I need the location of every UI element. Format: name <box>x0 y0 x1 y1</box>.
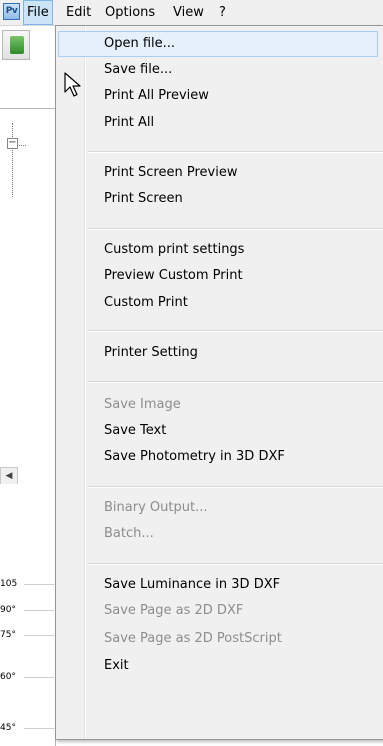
mouse-cursor-icon <box>64 72 81 97</box>
menu-options[interactable]: Options <box>105 0 155 25</box>
menu-item-exit[interactable]: Exit <box>58 653 378 679</box>
y-axis-label: 105 <box>0 579 18 589</box>
menu-item-print-screen-preview[interactable]: Print Screen Preview <box>58 160 378 186</box>
grid-line <box>24 677 54 678</box>
y-axis-label: 75° <box>0 630 16 640</box>
menu-item-custom-print-settings[interactable]: Custom print settings <box>58 237 378 263</box>
file-menu-dropdown: Open file... Save file... Print All Prev… <box>55 25 383 740</box>
tree-view-icon <box>10 36 24 54</box>
tree-panel: − <box>0 108 56 488</box>
menu-bar: Pv File Edit Options View ? <box>0 0 383 26</box>
menu-item-print-all-preview[interactable]: Print All Preview <box>58 83 378 109</box>
menu-item-batch: Batch... <box>104 526 154 541</box>
scroll-left-icon[interactable]: ◀ <box>0 467 18 485</box>
tree-connector <box>12 123 13 197</box>
menu-item-save-image: Save Image <box>104 397 181 412</box>
y-axis-label: 90° <box>0 605 16 615</box>
menu-edit[interactable]: Edit <box>66 0 91 25</box>
menu-separator <box>88 381 383 383</box>
menu-item-preview-custom-print[interactable]: Preview Custom Print <box>58 263 378 289</box>
menu-item-print-screen[interactable]: Print Screen <box>58 186 378 212</box>
menu-item-save-text[interactable]: Save Text <box>58 418 378 444</box>
app-background: − ◀ 105 90° 75° 60° 45° <box>0 26 56 746</box>
app-icon: Pv <box>3 3 20 20</box>
menu-separator <box>88 228 383 230</box>
menu-file[interactable]: File <box>23 0 53 25</box>
menu-item-open-file[interactable]: Open file... <box>58 31 378 57</box>
menu-help[interactable]: ? <box>219 0 226 25</box>
menu-item-save-file[interactable]: Save file... <box>58 57 378 83</box>
menu-item-save-luminance-3d-dxf[interactable]: Save Luminance in 3D DXF <box>58 572 378 598</box>
menu-item-save-page-2d-dxf: Save Page as 2D DXF <box>104 603 244 618</box>
menu-separator <box>88 486 383 488</box>
menu-separator <box>88 563 383 565</box>
menu-item-printer-setting[interactable]: Printer Setting <box>58 340 378 366</box>
y-axis-label: 60° <box>0 672 16 682</box>
menu-item-print-all[interactable]: Print All <box>58 110 378 136</box>
menu-view[interactable]: View <box>173 0 204 25</box>
menu-item-save-page-2d-postscript: Save Page as 2D PostScript <box>104 631 282 646</box>
y-axis-label: 45° <box>0 723 16 733</box>
grid-line <box>24 635 54 636</box>
grid-line <box>24 610 54 611</box>
chart-panel: 105 90° 75° 60° 45° <box>0 484 56 746</box>
toolbar-button[interactable] <box>2 30 30 60</box>
menu-separator <box>88 330 383 332</box>
menu-item-custom-print[interactable]: Custom Print <box>58 290 378 316</box>
menu-item-binary-output: Binary Output... <box>104 500 208 515</box>
menu-separator <box>88 151 383 153</box>
menu-item-save-photometry-3d-dxf[interactable]: Save Photometry in 3D DXF <box>58 444 378 470</box>
collapse-icon[interactable]: − <box>7 138 18 149</box>
grid-line <box>24 728 54 729</box>
grid-line <box>24 584 54 585</box>
